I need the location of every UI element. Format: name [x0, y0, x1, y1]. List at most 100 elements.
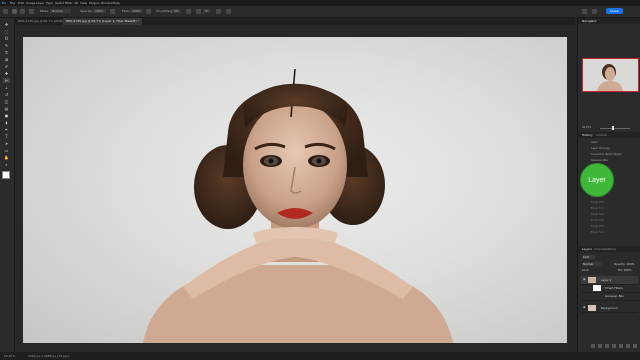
dodge-tool-icon[interactable]: ◖ [3, 120, 10, 125]
gradient-tool-icon[interactable]: ▤ [3, 106, 10, 111]
document-canvas-image[interactable] [23, 37, 567, 343]
path-select-tool-icon[interactable]: ➤ [3, 141, 10, 146]
navigator-title[interactable]: Navigator [582, 19, 597, 23]
zoom-slider-handle[interactable] [612, 126, 614, 130]
history-item[interactable]: Brush Tool [591, 201, 604, 204]
marquee-tool-icon[interactable]: ⬚ [3, 29, 10, 34]
quick-select-tool-icon[interactable]: ✎ [3, 43, 10, 48]
airbrush-icon[interactable] [146, 9, 151, 14]
history-item[interactable]: Brush Tool [591, 225, 604, 228]
flow-field[interactable]: 100% [130, 9, 143, 13]
brush-settings-icon[interactable] [20, 9, 25, 14]
pressure-size-icon[interactable] [216, 9, 221, 14]
layer-name[interactable]: Smart Filters [605, 286, 623, 290]
gear-icon[interactable] [186, 9, 191, 14]
mask-icon[interactable] [605, 344, 609, 348]
document-tab-bar: REG-0145.jpg @ 66.7% (RGB/8) REG-0145.jp… [15, 18, 575, 25]
tab-actions[interactable]: Actions [596, 133, 607, 137]
zoom-slider[interactable] [600, 128, 630, 129]
trash-icon[interactable] [633, 344, 637, 348]
layer-thumbnail [588, 305, 596, 311]
layer-name[interactable]: Background [601, 306, 618, 310]
layer-name[interactable]: Layer 1 [601, 278, 611, 282]
visibility-eye-icon[interactable]: ◉ [583, 306, 586, 309]
clone-stamp-tool-icon[interactable]: ⊥ [3, 85, 10, 90]
layer-opacity[interactable]: Opacity: 100% [614, 262, 634, 266]
adjustment-icon[interactable] [612, 344, 616, 348]
folder-icon[interactable] [619, 344, 623, 348]
brush-panel-icon[interactable] [29, 9, 34, 14]
layer-callout-badge: Layer [581, 164, 613, 196]
move-tool-icon[interactable]: ✥ [3, 22, 10, 27]
smoothing-field[interactable]: 0% [172, 9, 181, 13]
history-panel-header: History Actions [578, 132, 640, 138]
pressure-opacity-icon[interactable] [110, 9, 115, 14]
zoom-level[interactable]: 66.67% [582, 126, 592, 129]
brush-tool-icon[interactable]: ✏ [3, 78, 10, 83]
navigator-thumbnail [597, 64, 623, 91]
healing-tool-icon[interactable]: ✚ [3, 71, 10, 76]
doc-tab-1[interactable]: REG-0145.jpg @ 66.7% (RGB/8) [15, 18, 69, 25]
history-item[interactable]: Brush Tool [591, 231, 604, 234]
navigator-panel-header: Navigator [578, 18, 640, 24]
blend-mode-select[interactable]: Normal [582, 262, 602, 266]
shape-tool-icon[interactable]: ▭ [3, 148, 10, 153]
lasso-tool-icon[interactable]: ʘ [3, 36, 10, 41]
new-layer-icon[interactable] [626, 344, 630, 348]
zoom-tool-icon[interactable]: ⌕ [3, 162, 10, 167]
workspace-icon[interactable] [592, 9, 597, 14]
layers-panel-footer [582, 344, 637, 350]
status-doc-info: 3000 px x 1688 px (72 ppi) [28, 354, 69, 358]
angle-icon [196, 9, 201, 14]
status-bar: 66.67% 3000 px x 1688 px (72 ppi) [0, 352, 640, 360]
layer-filter-kind[interactable]: Kind [582, 255, 596, 259]
share-button[interactable]: Share [606, 8, 623, 14]
pen-tool-icon[interactable]: ✒ [3, 127, 10, 132]
history-item[interactable]: Brush Tool [591, 207, 604, 210]
frame-tool-icon[interactable]: ⊠ [3, 57, 10, 62]
history-item[interactable]: Brush Tool [591, 213, 604, 216]
fx-icon[interactable] [598, 344, 602, 348]
status-zoom[interactable]: 66.67% [4, 354, 15, 358]
filter-mask-thumbnail [593, 285, 601, 291]
history-list: Open Layer Via Copy Convert to Smart Obj… [581, 139, 638, 254]
eraser-tool-icon[interactable]: ◫ [3, 99, 10, 104]
foreground-color-swatch[interactable] [2, 171, 10, 179]
brush-preset-icon[interactable] [12, 9, 17, 14]
history-item[interactable]: Gaussian Blur [591, 159, 608, 162]
lock-label: Lock: [582, 268, 590, 272]
layer-name[interactable]: Gaussian Blur [605, 294, 624, 298]
layer-thumbnail [588, 277, 596, 283]
history-brush-tool-icon[interactable]: ↺ [3, 92, 10, 97]
flow-label: Flow: [122, 9, 130, 13]
history-item[interactable]: Brush Tool [591, 219, 604, 222]
portrait-photo [143, 68, 453, 343]
tab-history[interactable]: History [582, 133, 593, 137]
link-layers-icon[interactable] [591, 344, 595, 348]
tab-channels[interactable]: Channels [594, 247, 608, 251]
visibility-eye-icon[interactable]: ◉ [583, 278, 586, 281]
layer-fill[interactable]: Fill: 100% [618, 268, 632, 272]
layer-row[interactable]: ◉ Background [581, 304, 638, 313]
hand-tool-icon[interactable]: ✋ [3, 155, 10, 160]
navigator-preview[interactable] [582, 58, 639, 92]
blur-tool-icon[interactable]: ● [3, 113, 10, 118]
search-icon[interactable] [582, 9, 587, 14]
angle-field[interactable]: 0° [203, 9, 211, 13]
mode-select[interactable]: Normal [50, 9, 71, 13]
home-icon[interactable] [3, 9, 8, 14]
history-item[interactable]: Layer Via Copy [591, 147, 610, 150]
doc-tab-2[interactable]: REG-0145.jpg @ 66.7% (Layer 1, Filter Ma… [63, 18, 142, 25]
tab-paths[interactable]: Paths [608, 247, 616, 251]
eyedropper-tool-icon[interactable]: ✐ [3, 64, 10, 69]
symmetry-icon[interactable] [226, 9, 231, 14]
crop-tool-icon[interactable]: ⌗ [3, 50, 10, 55]
history-item[interactable]: Convert to Smart Object [591, 153, 621, 156]
opacity-field[interactable]: 100% [93, 9, 106, 13]
callout-label: Layer [588, 176, 606, 184]
type-tool-icon[interactable]: T [3, 134, 10, 139]
tab-layers[interactable]: Layers [582, 247, 592, 251]
layer-row[interactable]: Gaussian Blur [581, 292, 638, 301]
mode-label: Mode: [40, 9, 50, 13]
history-item[interactable]: Open [591, 141, 598, 144]
